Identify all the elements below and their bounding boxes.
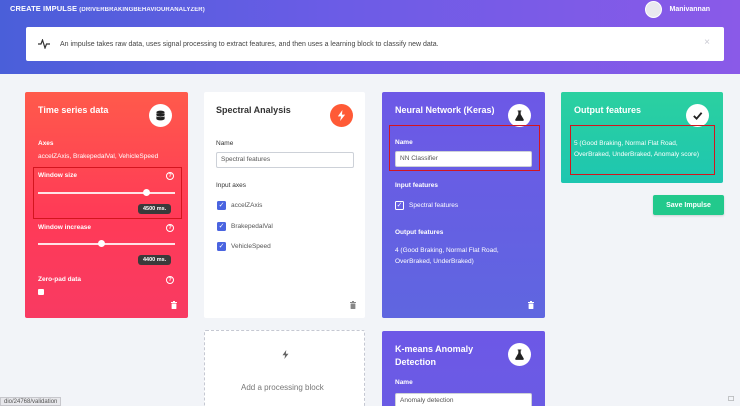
axes-label: Axes [38,140,54,147]
axis-label: BrakepedalVal [231,223,273,230]
flask-icon [508,343,531,366]
info-banner: An impulse takes raw data, uses signal p… [26,27,724,61]
axis-checkbox[interactable]: ✓ [217,222,226,231]
output-features-card: Output features 5 (Good Braking, Normal … [561,92,723,183]
window-increase-handle[interactable] [97,240,105,247]
time-series-card: Time series data Axes accelZAxis, Brakep… [25,92,188,318]
window-increase-label: Window increase [38,224,92,231]
axis-label: VehicleSpeed [231,243,271,250]
window-size-slider[interactable] [38,192,175,194]
spectral-analysis-card: Spectral Analysis Name Spectral features… [204,92,365,318]
window-increase-slider[interactable] [38,243,175,245]
window-size-value: 4500 ms. [138,204,172,214]
zero-pad-label: Zero-pad data [38,276,81,283]
status-url: dio/24768/validation [0,397,62,406]
trash-icon[interactable] [527,301,535,309]
lightning-icon [282,350,289,359]
card-title: Time series data [38,105,109,115]
check-icon [686,104,709,127]
add-block-label: Add a processing block [241,383,324,392]
card-title: K-means Anomaly Detection [395,344,474,367]
page-title: CREATE IMPULSE (DRIVERBRAKINGBEHAVIOURAN… [10,4,205,13]
feature-checkbox[interactable]: ✓ [395,201,404,210]
input-features-label: Input features [395,182,438,189]
axes-value: accelZAxis, BrakepedalVal, VehicleSpeed [38,153,159,160]
window-size-handle[interactable] [142,189,150,196]
info-text: An impulse takes raw data, uses signal p… [60,40,439,48]
save-impulse-button[interactable]: Save Impulse [653,195,724,215]
neural-network-card: Neural Network (Keras) Name NN Classifie… [382,92,545,318]
name-label: Name [216,140,234,147]
name-input[interactable]: Spectral features [216,152,354,168]
project-name: (DRIVERBRAKINGBEHAVIOURANALYZER) [79,7,205,13]
output-features-value: 5 (Good Braking, Normal Flat Road, OverB… [574,140,699,158]
name-input[interactable]: NN Classifier [395,151,532,167]
avatar[interactable] [644,1,662,18]
help-icon[interactable]: ? [166,224,174,232]
axis-checkbox[interactable]: ✓ [217,201,226,210]
card-title: Spectral Analysis [216,105,291,115]
help-icon[interactable]: ? [166,172,174,180]
card-title: Output features [574,105,642,115]
help-icon[interactable]: ? [166,276,174,284]
window-increase-value: 4400 ms. [138,255,172,265]
close-icon[interactable]: × [704,37,710,48]
flask-icon [508,104,531,127]
window-size-label: Window size [38,172,77,179]
add-processing-block[interactable]: Add a processing block [204,330,365,406]
feature-label: Spectral features [409,202,459,209]
output-features-label: Output features [395,229,444,236]
lightning-icon [330,104,353,127]
pulse-icon [38,39,54,49]
user-name[interactable]: Manivannan [670,6,710,13]
output-features-value: 4 (Good Braking, Normal Flat Road, OverB… [395,247,499,265]
axis-checkbox[interactable]: ✓ [217,242,226,251]
user-menu[interactable]: Manivannan [644,1,710,18]
input-axes-label: Input axes [216,182,246,189]
name-label: Name [395,379,413,386]
card-title: Neural Network (Keras) [395,105,495,115]
name-label: Name [395,139,413,146]
trash-icon[interactable] [170,301,178,309]
kmeans-anomaly-card: K-means Anomaly Detection Name Anomaly d… [382,331,545,406]
zero-pad-checkbox[interactable] [38,289,44,295]
feedback-icon[interactable]: ☐ [728,395,737,404]
axis-label: accelZAxis [231,202,263,209]
name-input[interactable]: Anomaly detection [395,393,532,406]
trash-icon[interactable] [349,301,357,309]
database-icon [149,104,172,127]
